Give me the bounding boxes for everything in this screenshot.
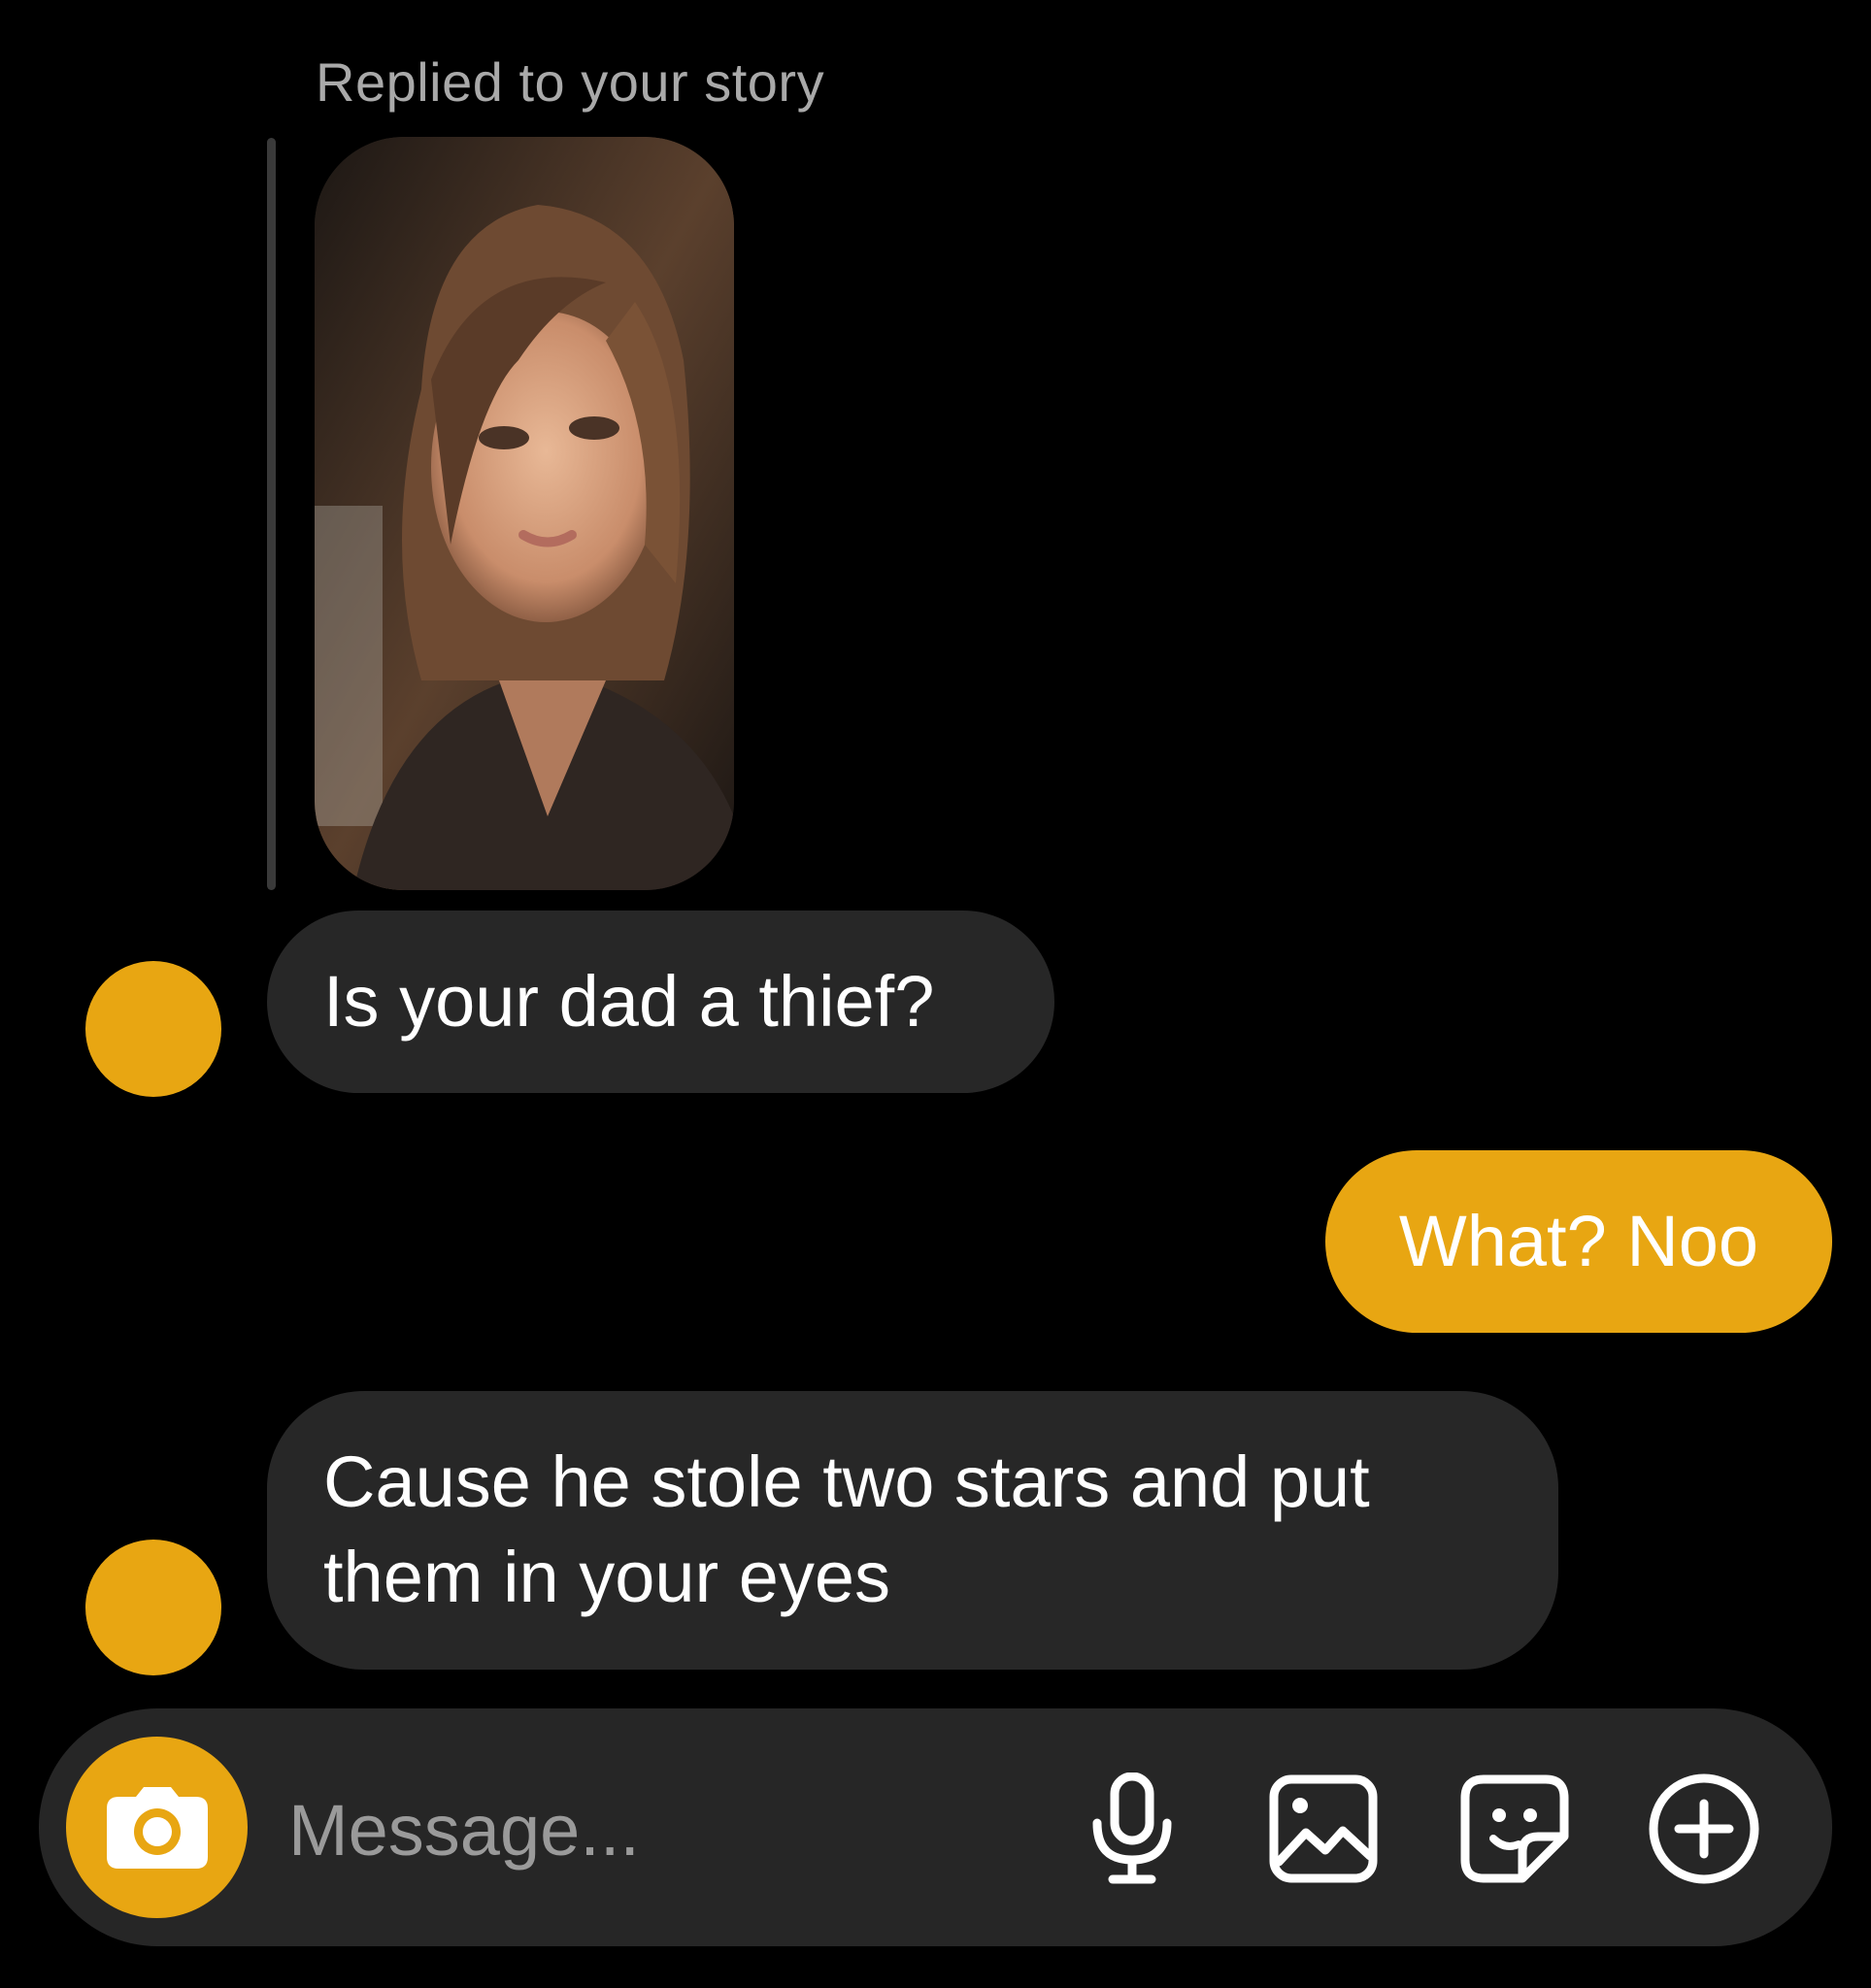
sticker-icon	[1460, 1774, 1569, 1883]
sticker-button[interactable]	[1456, 1771, 1573, 1887]
story-reply-label: Replied to your story	[316, 51, 825, 113]
sender-avatar[interactable]	[85, 961, 221, 1097]
gallery-button[interactable]	[1265, 1771, 1382, 1887]
more-options-button[interactable]	[1646, 1771, 1762, 1887]
camera-button[interactable]	[66, 1737, 248, 1918]
voice-message-button[interactable]	[1074, 1771, 1190, 1887]
reply-indicator-bar	[267, 138, 276, 890]
message-bubble-outgoing[interactable]: What? Noo	[1325, 1150, 1832, 1333]
message-bubble-incoming[interactable]: Cause he stole two stars and put them in…	[267, 1391, 1558, 1670]
message-text-line: Cause he stole two stars and put	[323, 1441, 1370, 1522]
message-bubble-incoming[interactable]: Is your dad a thief?	[267, 911, 1054, 1093]
story-photo	[315, 137, 734, 890]
message-text: What? Noo	[1398, 1201, 1759, 1281]
story-thumbnail[interactable]	[315, 137, 734, 890]
camera-icon	[106, 1786, 208, 1869]
message-text-line: them in your eyes	[323, 1537, 891, 1617]
sender-avatar[interactable]	[85, 1540, 221, 1675]
plus-circle-icon	[1649, 1773, 1759, 1884]
gallery-icon	[1269, 1774, 1378, 1883]
microphone-icon	[1092, 1773, 1172, 1884]
message-text: Is your dad a thief?	[323, 961, 935, 1042]
message-input[interactable]	[288, 1776, 1026, 1883]
